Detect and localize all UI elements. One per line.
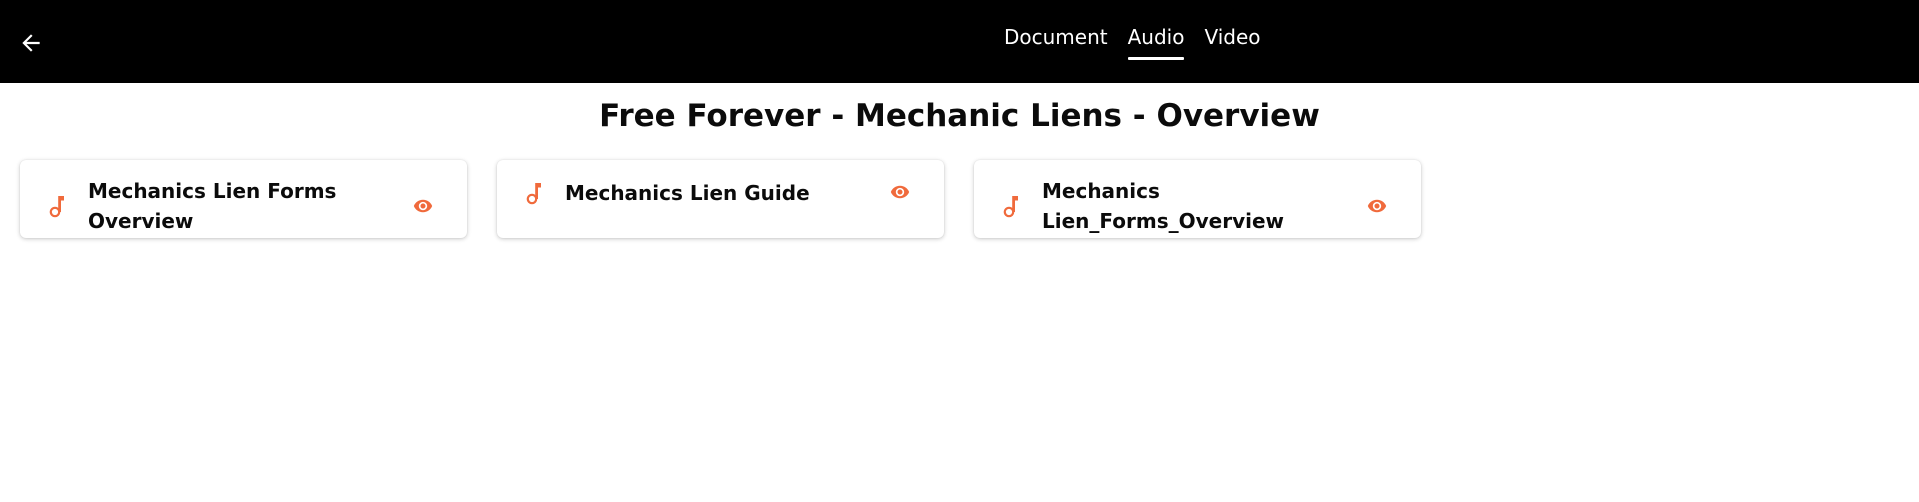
list-item[interactable]: Mechanics Lien Forms Overview	[20, 160, 467, 238]
list-item[interactable]: Mechanics Lien_Forms_Overview	[974, 160, 1421, 238]
eye-icon	[1367, 199, 1387, 213]
tab-audio[interactable]: Audio	[1127, 0, 1184, 83]
view-button[interactable]	[410, 196, 438, 216]
music-note-icon	[1003, 196, 1018, 218]
back-button[interactable]	[18, 30, 44, 56]
media-type-tabs: Document Audio Video	[1004, 0, 1261, 83]
page-title: Free Forever - Mechanic Liens - Overview	[599, 98, 1320, 134]
eye-icon	[413, 199, 433, 213]
top-app-bar: Document Audio Video	[0, 0, 1919, 83]
card-title: Mechanics Lien_Forms_Overview	[1042, 179, 1285, 233]
card-title: Mechanics Lien Guide	[565, 181, 810, 205]
music-note-icon	[49, 196, 64, 218]
music-note-icon	[526, 183, 541, 205]
tab-video[interactable]: Video	[1204, 0, 1260, 83]
eye-icon	[890, 185, 910, 199]
arrow-left-icon	[22, 34, 40, 52]
audio-list: Mechanics Lien Forms Overview Mechanics …	[20, 160, 1421, 238]
list-item[interactable]: Mechanics Lien Guide	[497, 160, 944, 238]
view-button[interactable]	[887, 182, 915, 202]
tab-document[interactable]: Document	[1004, 0, 1108, 83]
view-button[interactable]	[1364, 196, 1392, 216]
card-title: Mechanics Lien Forms Overview	[88, 179, 337, 233]
